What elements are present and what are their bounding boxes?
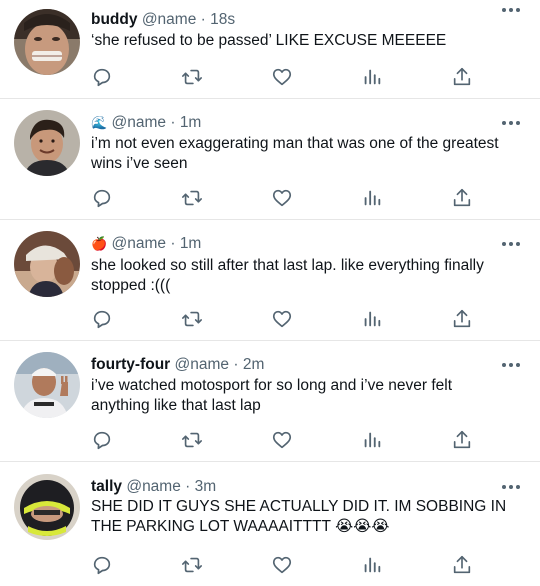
separator-dot: · [170,114,176,131]
reply-icon[interactable] [91,187,113,209]
tweet[interactable]: tally @name · 3m SHE DID IT GUYS SHE ACT… [0,462,540,586]
more-icon[interactable] [502,359,522,371]
timestamp[interactable]: 1m [180,114,202,131]
tweet[interactable]: 🌊 @name · 1m i’m not even exaggerating m… [0,99,540,220]
reply-icon[interactable] [91,429,113,451]
separator-dot: · [170,235,176,252]
tweet-text-line: she looked so still after that last lap.… [91,257,484,274]
share-icon[interactable] [451,187,473,209]
tweet-text: she looked so still after that last lap.… [91,256,523,296]
stats-icon[interactable] [361,429,383,451]
tweet-text-line: THE PARKING LOT WAAAAITTTT 😭😭😭 [91,518,390,535]
retweet-icon[interactable] [181,187,203,209]
heart-icon[interactable] [271,66,293,88]
tweet-text-line: i’ve watched motosport for so long and i… [91,377,452,394]
heart-icon[interactable] [271,308,293,330]
more-icon[interactable] [502,117,522,129]
timestamp[interactable]: 2m [243,356,265,373]
tweet-header: tally @name · 3m [91,477,216,497]
share-icon[interactable] [451,554,473,576]
action-bar [91,429,481,451]
share-icon[interactable] [451,429,473,451]
stats-icon[interactable] [361,187,383,209]
timestamp[interactable]: 3m [195,478,217,495]
timestamp[interactable]: 1m [180,235,202,252]
tweet-text-line: anything like that last lap [91,397,261,414]
heart-icon[interactable] [271,429,293,451]
avatar-smiling-man-image [14,110,80,176]
stats-icon[interactable] [361,308,383,330]
avatar[interactable] [14,352,80,418]
wave-emoji: 🌊 [91,115,108,130]
avatar-cap-image [14,231,80,297]
share-icon[interactable] [451,308,473,330]
action-bar [91,187,481,209]
tweet-header: buddy @name · 18s [91,10,235,30]
tweet-text-line: wins i’ve seen [91,155,188,172]
avatar[interactable] [14,474,80,540]
tweet-header: fourty-four @name · 2m [91,355,264,375]
stats-icon[interactable] [361,554,383,576]
tweet-text-line: ‘she refused to be passed’ LIKE EXCUSE M… [91,32,447,49]
username[interactable]: @name [175,356,230,373]
tweet-text-line: stopped :((( [91,277,171,294]
action-bar [91,308,481,330]
retweet-icon[interactable] [181,66,203,88]
tweet[interactable]: 🍎 @name · 1m she looked so still after t… [0,220,540,341]
display-name[interactable]: tally [91,478,122,495]
tweet-header: 🌊 @name · 1m [91,113,201,133]
avatar-helmet-image [14,474,80,540]
separator-dot: · [233,356,239,373]
more-icon[interactable] [502,481,522,493]
avatar[interactable] [14,231,80,297]
heart-icon[interactable] [271,187,293,209]
username[interactable]: @name [112,114,167,131]
share-icon[interactable] [451,66,473,88]
tweet-feed: buddy @name · 18s ‘she refused to be pas… [0,0,540,586]
avatar-grimace-image [14,9,80,75]
reply-icon[interactable] [91,554,113,576]
more-icon[interactable] [502,4,522,16]
display-name[interactable]: fourty-four [91,356,170,373]
separator-dot: · [185,478,191,495]
apple-emoji: 🍎 [91,236,108,251]
action-bar [91,66,481,88]
action-bar [91,554,481,576]
tweet-text-line: SHE DID IT GUYS SHE ACTUALLY DID IT. IM … [91,498,507,515]
retweet-icon[interactable] [181,554,203,576]
display-name[interactable]: buddy [91,11,138,28]
timestamp[interactable]: 18s [210,11,235,28]
more-icon[interactable] [502,238,522,250]
retweet-icon[interactable] [181,429,203,451]
separator-dot: · [200,11,206,28]
reply-icon[interactable] [91,66,113,88]
tweet-header: 🍎 @name · 1m [91,234,201,254]
reply-icon[interactable] [91,308,113,330]
retweet-icon[interactable] [181,308,203,330]
tweet-text: ‘she refused to be passed’ LIKE EXCUSE M… [91,31,523,51]
username[interactable]: @name [112,235,167,252]
tweet-text: i’m not even exaggerating man that was o… [91,134,523,174]
avatar-peace-sign-image [14,352,80,418]
tweet-text: i’ve watched motosport for so long and i… [91,376,523,416]
tweet[interactable]: buddy @name · 18s ‘she refused to be pas… [0,0,540,99]
tweet-text: SHE DID IT GUYS SHE ACTUALLY DID IT. IM … [91,497,523,537]
avatar[interactable] [14,9,80,75]
username[interactable]: @name [142,11,197,28]
username[interactable]: @name [126,478,181,495]
tweet[interactable]: fourty-four @name · 2m i’ve watched moto… [0,341,540,462]
avatar[interactable] [14,110,80,176]
heart-icon[interactable] [271,554,293,576]
tweet-text-line: i’m not even exaggerating man that was o… [91,135,499,152]
stats-icon[interactable] [361,66,383,88]
